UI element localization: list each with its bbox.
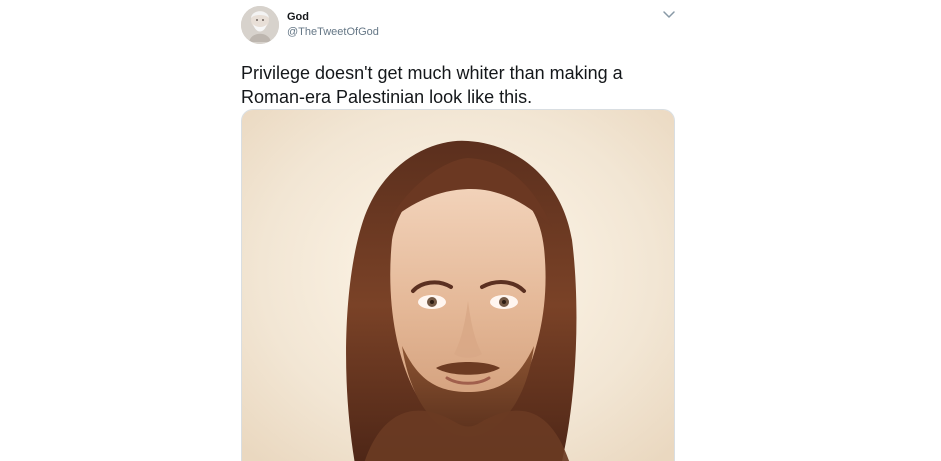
tweet-text-line: Roman-era Palestinian look like this. (241, 87, 533, 107)
chevron-down-icon (663, 11, 675, 18)
page: God @TheTweetOfGod Privilege doesn't get… (0, 0, 941, 461)
avatar-photo-icon (241, 6, 279, 44)
tweet-menu-button[interactable] (661, 8, 677, 22)
author-name[interactable]: God (287, 11, 309, 24)
tweet-media[interactable] (241, 109, 675, 461)
portrait-image (242, 110, 674, 461)
tweet-text: Privilege doesn't get much whiter than m… (241, 61, 671, 109)
tweet-text-line: Privilege doesn't get much whiter than m… (241, 63, 623, 83)
author-avatar[interactable] (241, 6, 279, 44)
author-handle[interactable]: @TheTweetOfGod (287, 26, 379, 39)
tweet-card: God @TheTweetOfGod Privilege doesn't get… (241, 6, 676, 461)
